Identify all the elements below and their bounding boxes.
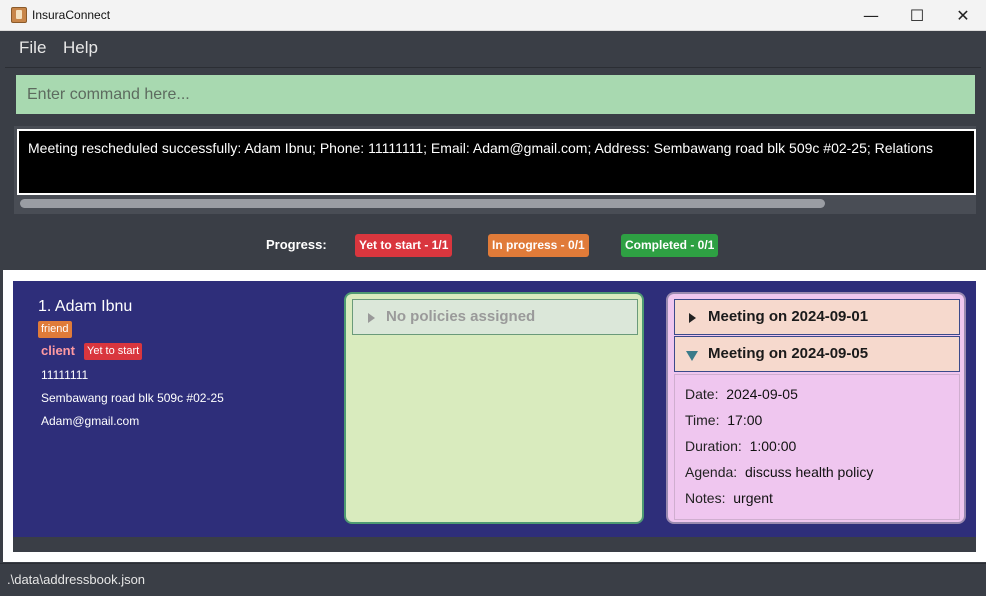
agenda-label: Agenda: [685,464,738,480]
person-address: Sembawang road blk 509c #02-25 [41,391,224,405]
meeting-date: Date: 2024-09-05 [685,386,798,402]
meeting-title: Meeting on 2024-09-05 [708,345,869,362]
meeting-duration: Duration: 1:00:00 [685,438,796,454]
date-value: 2024-09-05 [726,386,798,402]
person-email: Adam@gmail.com [41,414,140,428]
person-name: 1. Adam Ibnu [38,298,133,315]
in-progress-badge: In progress - 0/1 [488,234,589,257]
meeting-title: Meeting on 2024-09-01 [708,308,869,325]
meeting-details: Date: 2024-09-05 Time: 17:00 Duration: 1… [674,374,960,520]
meeting-item-expanded[interactable]: Meeting on 2024-09-05 [674,336,960,372]
command-input[interactable] [16,75,975,114]
completed-badge: Completed - 0/1 [621,234,719,257]
menu-file[interactable]: File [19,38,46,58]
meeting-agenda: Agenda: discuss health policy [685,464,873,480]
meeting-item-collapsed[interactable]: Meeting on 2024-09-01 [674,299,960,335]
relationship-label: client [41,343,75,358]
time-value: 17:00 [727,412,763,428]
notes-label: Notes: [685,490,726,506]
command-box [5,67,981,119]
meeting-notes: Notes: urgent [685,490,773,506]
list-divider [13,537,976,552]
date-label: Date: [685,386,719,402]
maximize-button[interactable]: ☐ [894,0,940,31]
title-bar: InsuraConnect — ☐ ✕ [0,0,986,31]
status-badge: Yet to start [84,343,143,360]
duration-label: Duration: [685,438,742,454]
menu-bar: File Help [0,31,986,67]
tag-badge: friend [38,321,72,338]
app-icon [11,7,27,23]
meeting-time: Time: 17:00 [685,412,762,428]
chevron-right-icon [689,313,696,323]
chevron-right-icon [368,313,375,323]
result-text: Meeting rescheduled successfully: Adam I… [28,140,934,156]
duration-value: 1:00:00 [749,438,797,454]
progress-bar-row: Progress: Yet to start - 1/1 In progress… [0,224,986,266]
person-phone: 11111111 [41,368,89,382]
policies-header[interactable]: No policies assigned [352,299,638,335]
notes-value: urgent [733,490,773,506]
progress-label: Progress: [266,237,327,252]
minimize-button[interactable]: — [848,0,894,31]
save-location: .\data\addressbook.json [7,572,146,587]
close-button[interactable]: ✕ [940,0,986,31]
time-label: Time: [685,412,720,428]
window-title: InsuraConnect [32,8,111,22]
meetings-panel: Meeting on 2024-09-01 Meeting on 2024-09… [666,292,966,524]
agenda-value: discuss health policy [744,464,874,480]
status-bar: .\data\addressbook.json [0,563,986,596]
result-display: Meeting rescheduled successfully: Adam I… [17,129,976,195]
yet-to-start-badge: Yet to start - 1/1 [355,234,453,257]
menu-help[interactable]: Help [63,38,98,58]
horizontal-scrollbar[interactable] [20,199,825,208]
policies-panel: No policies assigned [344,292,644,524]
chevron-down-icon [686,351,698,361]
policies-title: No policies assigned [386,308,536,325]
result-display-pane: Meeting rescheduled successfully: Adam I… [14,126,976,214]
